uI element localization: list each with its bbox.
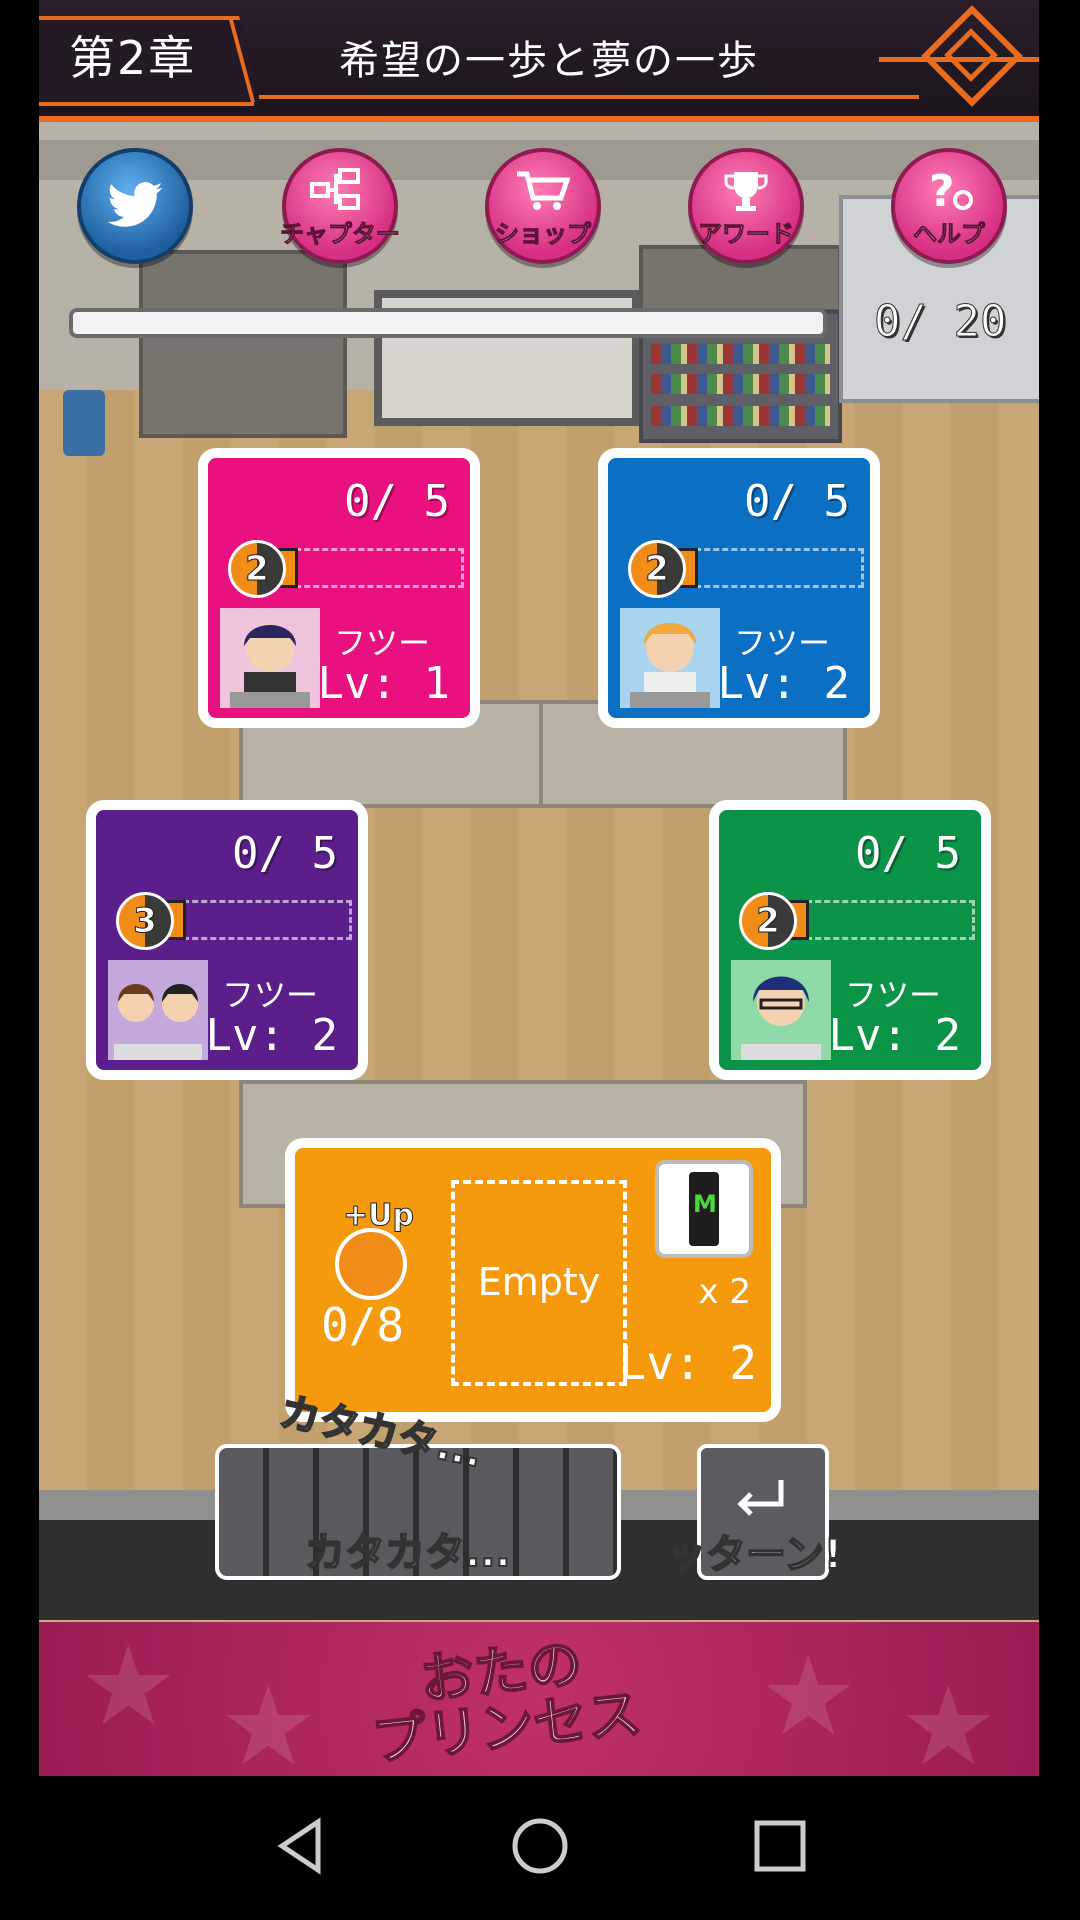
enter-sfx-label: ッターン! [665,1531,843,1579]
card-gauge: 2 [739,892,975,950]
energy-drink-can-icon [689,1172,719,1246]
chapter-header: 第2章 希望の一歩と夢の一歩 [39,0,1039,122]
recents-icon[interactable] [752,1816,808,1876]
programmer-card-blue[interactable]: 0/ 5 2 フツー Lv: 2 [598,448,880,728]
card-gauge: 2 [228,540,464,598]
up-label: +Up [343,1198,415,1234]
programmer-card-pink[interactable]: 0/ 5 2 フツー Lv: 1 [198,448,480,728]
chapter-label: 第2章 [69,31,197,85]
twitter-button[interactable] [77,148,193,264]
metal-shelf [139,250,347,438]
card-count: 0/ 5 [855,828,961,879]
card-gauge: 3 [116,892,352,950]
empty-slot[interactable]: Empty [451,1180,627,1386]
banner-logo: おたの プリンセス [364,1630,645,1774]
card-level: Lv: 2 [828,1010,961,1061]
promo-banner[interactable]: ★ ★ ★ ★ おたの プリンセス [39,1622,1039,1776]
system-navigation-bar [0,1776,1080,1920]
chapter-title: 希望の一歩と夢の一歩 [339,38,759,84]
shop-button[interactable]: ショップ [485,148,601,264]
energy-drink-card[interactable]: +Up 0/8 Empty x 2 Lv: 2 [285,1138,781,1422]
trash-can [63,390,105,456]
shop-button-label: ショップ [495,220,592,249]
card-level: Lv: 2 [717,658,850,709]
slot-label: Empty [477,1260,601,1304]
enter-arrow-icon [737,1480,784,1516]
card-gauge: 2 [628,540,864,598]
trophy-icon [724,172,768,211]
back-icon[interactable] [272,1816,328,1876]
keyboard-sfx-bottom: カタカタ... [304,1529,512,1577]
card-count: 0/ 5 [232,828,338,879]
stage-progress-counter: 0/ 20 [873,296,1007,348]
booster-level: Lv: 2 [618,1336,757,1390]
card-level: Lv: 2 [205,1010,338,1061]
energy-drink-item[interactable] [655,1160,753,1258]
stage-progress-bar [69,308,827,338]
chapter-button[interactable]: チャプター [280,148,400,264]
character-portrait [108,960,208,1060]
card-coin-badge: 2 [628,540,686,598]
card-coin-badge: 2 [228,540,286,598]
help-gear-icon: ? [929,168,973,212]
chapter-button-label: チャプター [280,220,401,249]
chapter-map-icon [310,168,360,210]
game-screen: 第2章 希望の一歩と夢の一歩 チャプター ショップ アワード ? ヘルプ 0/ … [39,0,1039,1776]
card-coin-badge: 3 [116,892,174,950]
character-portrait [731,960,831,1060]
card-count: 0/ 5 [344,476,450,527]
card-count: 0/ 5 [744,476,850,527]
home-icon[interactable] [510,1816,570,1876]
help-button[interactable]: ? ヘルプ [891,148,1007,264]
item-quantity: x 2 [698,1272,751,1312]
award-button-label: アワード [698,220,795,249]
card-coin-badge: 2 [739,892,797,950]
character-portrait [620,608,720,708]
cart-icon [517,171,571,210]
svg-text:?: ? [929,168,955,212]
programmer-card-purple[interactable]: 0/ 5 3 フツー Lv: 2 [86,800,368,1080]
booster-progress: 0/8 [321,1298,405,1352]
header-accent-line [259,95,919,99]
header-stripe [39,116,1039,122]
timer-icon [335,1228,407,1300]
character-portrait [220,608,320,708]
card-level: Lv: 1 [317,658,450,709]
help-button-label: ヘルプ [913,220,986,249]
programmer-card-green[interactable]: 0/ 5 2 フツー Lv: 2 [709,800,991,1080]
twitter-bird-icon [107,182,163,227]
award-button[interactable]: アワード [688,148,804,264]
